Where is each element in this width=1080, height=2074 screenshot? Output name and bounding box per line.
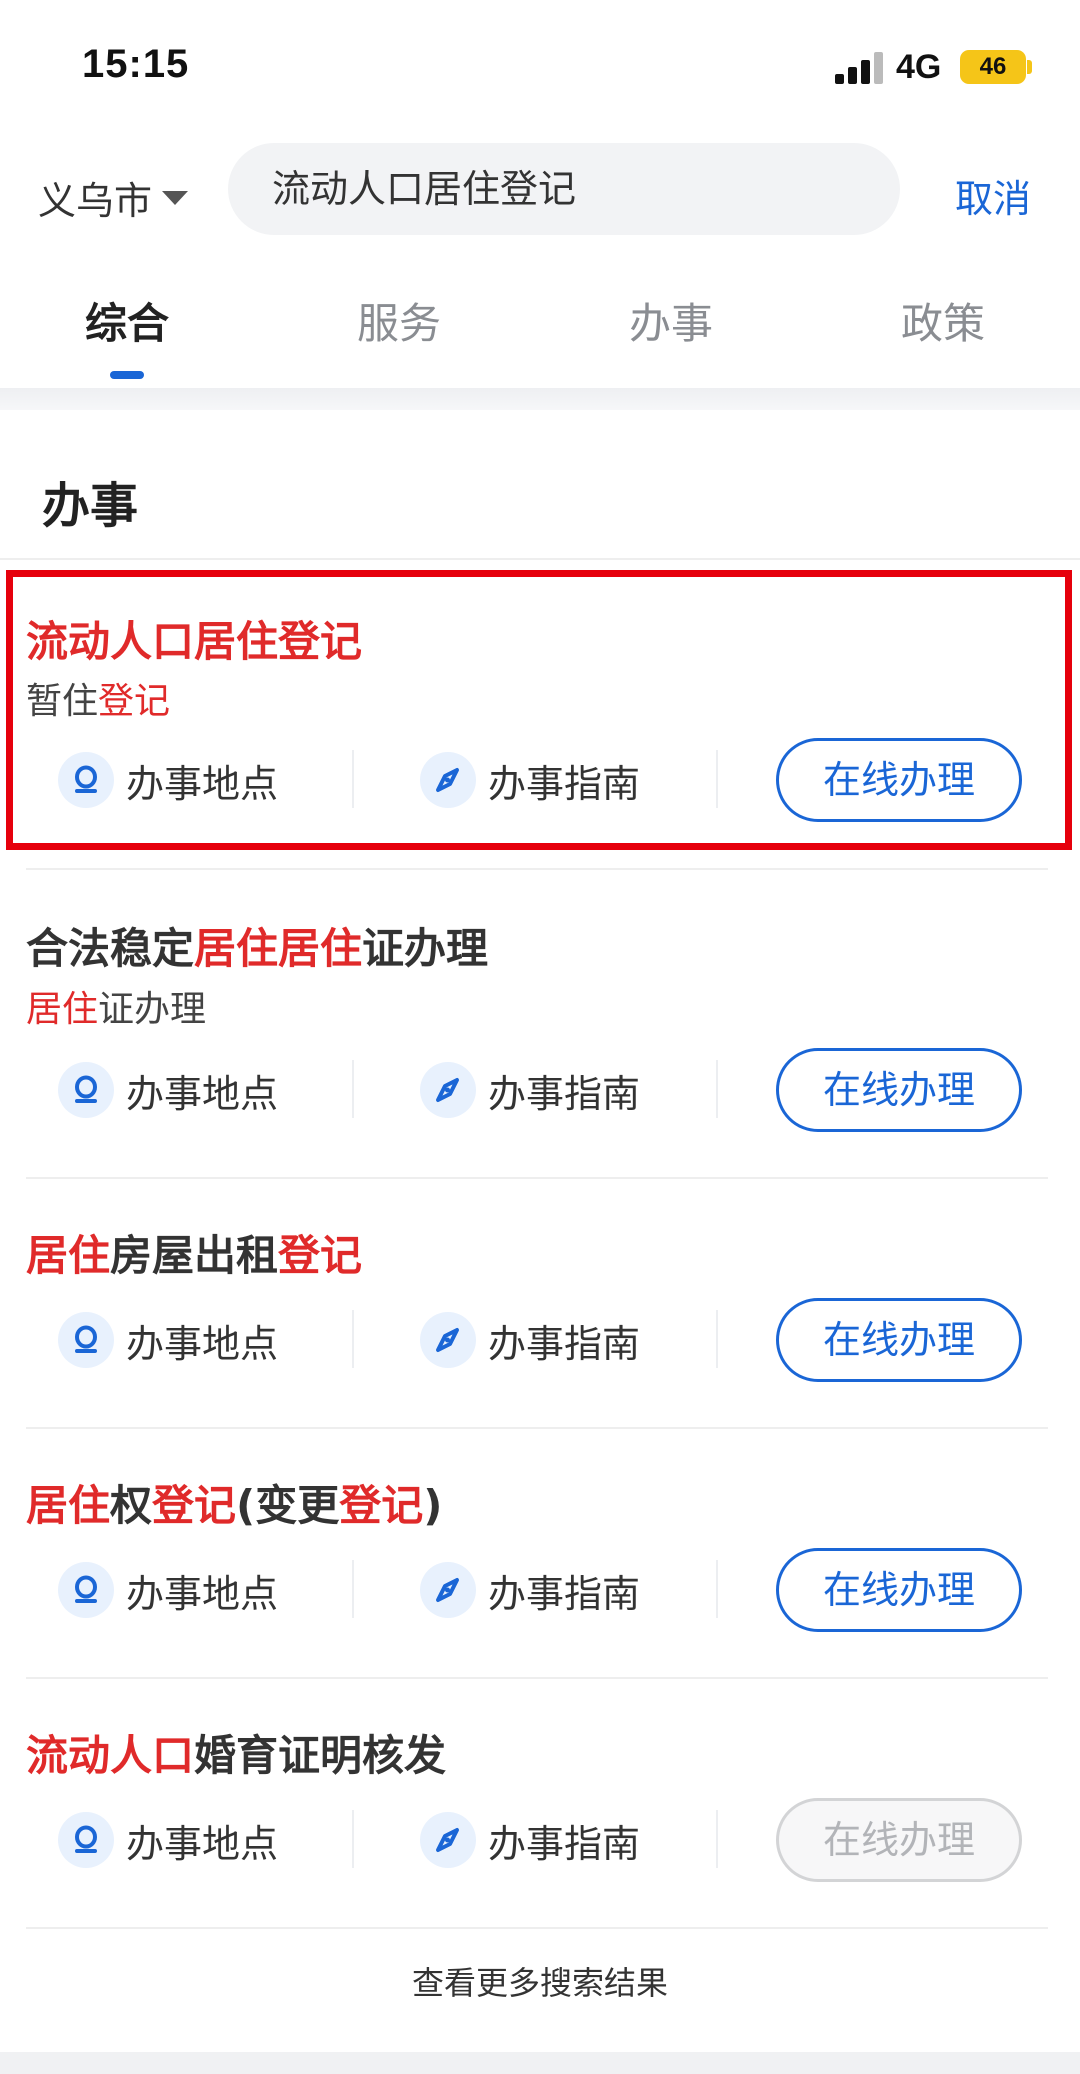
location-button[interactable]: 办事地点 <box>58 1060 278 1120</box>
active-tab-indicator <box>110 371 144 379</box>
tab-policy[interactable]: 政策 <box>843 290 1043 351</box>
action-divider <box>352 1060 354 1118</box>
compass-icon <box>420 1812 476 1868</box>
action-divider <box>352 1310 354 1368</box>
guide-label: 办事指南 <box>488 1321 641 1366</box>
online-apply-button[interactable]: 在线办理 <box>776 1048 1022 1132</box>
action-divider <box>716 1310 718 1368</box>
battery-tip <box>1027 60 1032 74</box>
online-apply-button[interactable]: 在线办理 <box>776 1548 1022 1632</box>
title-text: 权 <box>110 1481 153 1530</box>
online-apply-button[interactable]: 在线办理 <box>776 1298 1022 1382</box>
action-divider <box>716 1560 718 1618</box>
tab-comprehensive[interactable]: 综合 <box>27 290 227 351</box>
guide-button[interactable]: 办事指南 <box>420 1560 640 1620</box>
action-divider <box>716 1810 718 1868</box>
battery-icon: 46 <box>960 50 1026 84</box>
search-row: 义乌市 取消 <box>0 140 1080 260</box>
keyword-highlight: 登记 <box>339 1481 424 1530</box>
guide-label: 办事指南 <box>488 1071 641 1116</box>
caret-down-icon <box>162 190 189 205</box>
title-text: ) <box>423 1481 443 1530</box>
section-divider <box>0 558 1080 560</box>
title-text: (变更 <box>236 1481 340 1530</box>
keyword-highlight: 登记 <box>152 1481 237 1530</box>
action-divider <box>352 1560 354 1618</box>
location-pin-icon <box>58 1812 114 1868</box>
annotation-highlight-box <box>6 570 1072 850</box>
keyword-highlight: 居住 <box>26 989 99 1030</box>
row-divider <box>26 868 1048 870</box>
guide-label: 办事指南 <box>488 1821 641 1866</box>
row-divider <box>26 1177 1048 1179</box>
guide-button[interactable]: 办事指南 <box>420 1310 640 1370</box>
location-label: 办事地点 <box>126 1821 279 1866</box>
footer-band <box>0 2052 1080 2074</box>
guide-label: 办事指南 <box>488 1571 641 1616</box>
location-label: 办事地点 <box>126 1321 279 1366</box>
title-text: 证办理 <box>362 924 489 973</box>
location-pin-icon <box>58 1562 114 1618</box>
location-button[interactable]: 办事地点 <box>58 1560 278 1620</box>
search-box[interactable] <box>228 143 900 235</box>
tab-divider <box>0 388 1080 410</box>
tab-bar: 综合 服务 办事 政策 <box>0 270 1080 388</box>
title-text: 房屋出租 <box>110 1231 279 1280</box>
cancel-button[interactable]: 取消 <box>955 168 1031 223</box>
title-text: 婚育证明核发 <box>194 1731 447 1780</box>
network-type: 4G <box>896 48 942 86</box>
keyword-highlight: 居住居住 <box>194 924 363 973</box>
result-title[interactable]: 居住权登记(变更登记) <box>26 1472 442 1533</box>
location-button[interactable]: 办事地点 <box>58 1810 278 1870</box>
location-button[interactable]: 办事地点 <box>58 1310 278 1370</box>
keyword-highlight: 居住 <box>26 1481 111 1530</box>
compass-icon <box>420 1562 476 1618</box>
guide-button[interactable]: 办事指南 <box>420 1810 640 1870</box>
location-label: 办事地点 <box>126 1571 279 1616</box>
tab-services[interactable]: 服务 <box>299 290 499 351</box>
compass-icon <box>420 1312 476 1368</box>
city-selector[interactable]: 义乌市 <box>38 170 189 225</box>
row-divider <box>26 1927 1048 1929</box>
action-divider <box>716 1060 718 1118</box>
guide-button[interactable]: 办事指南 <box>420 1060 640 1120</box>
subtitle-text: 证办理 <box>98 989 207 1030</box>
location-label: 办事地点 <box>126 1071 279 1116</box>
location-pin-icon <box>58 1312 114 1368</box>
result-title[interactable]: 居住房屋出租登记 <box>26 1222 362 1283</box>
more-results-link[interactable]: 查看更多搜索结果 <box>0 1958 1080 2004</box>
keyword-highlight: 流动人口 <box>26 1731 195 1780</box>
action-divider <box>352 1810 354 1868</box>
city-label: 义乌市 <box>38 179 153 223</box>
compass-icon <box>420 1062 476 1118</box>
keyword-highlight: 居住 <box>26 1231 111 1280</box>
row-divider <box>26 1677 1048 1679</box>
signal-icon <box>835 52 885 84</box>
search-input[interactable] <box>272 143 872 235</box>
status-time: 15:15 <box>82 42 190 86</box>
title-text: 合法稳定 <box>26 924 195 973</box>
result-subtitle: 居住证办理 <box>26 980 206 1032</box>
result-title[interactable]: 合法稳定居住居住证办理 <box>26 915 488 976</box>
tab-affairs[interactable]: 办事 <box>571 290 771 351</box>
online-apply-button: 在线办理 <box>776 1798 1022 1882</box>
result-title[interactable]: 流动人口婚育证明核发 <box>26 1722 446 1783</box>
row-divider <box>26 1427 1048 1429</box>
status-bar: 15:15 4G 46 <box>0 0 1080 140</box>
keyword-highlight: 登记 <box>278 1231 363 1280</box>
location-pin-icon <box>58 1062 114 1118</box>
section-title: 办事 <box>42 478 139 534</box>
